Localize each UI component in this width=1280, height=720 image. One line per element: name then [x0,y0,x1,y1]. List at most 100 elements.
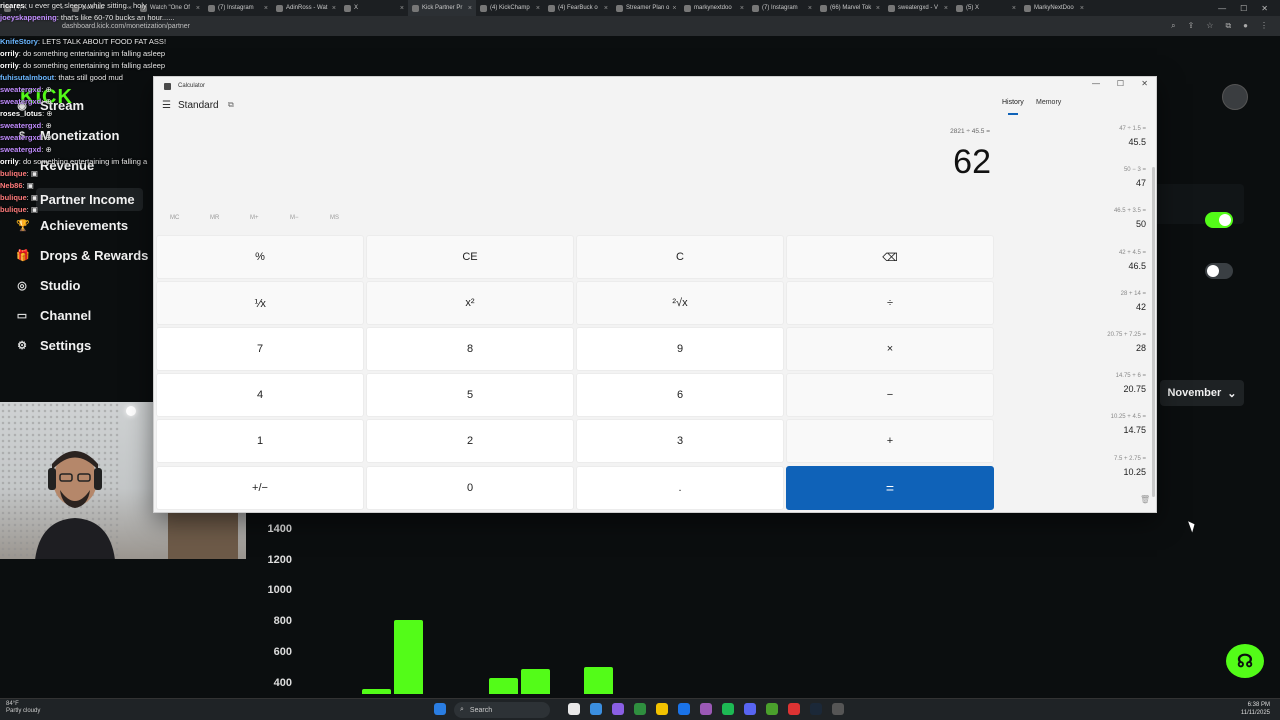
history-expression[interactable]: 46.5 + 3.5 = [1046,208,1146,214]
toggle-on[interactable] [1205,212,1233,228]
spotify-icon[interactable] [722,703,734,715]
windows-start-icon[interactable] [434,703,446,715]
square-button[interactable]: x² [366,281,574,325]
history-result[interactable]: 47 [1046,178,1146,188]
history-expression[interactable]: 14.75 + 6 = [1046,373,1146,379]
close-icon[interactable]: ✕ [1261,4,1268,13]
sidebar-item-settings[interactable]: ⚙ Settings [16,338,91,353]
history-expression[interactable]: 47 ÷ 1.5 = [1046,126,1146,132]
tab-close-icon[interactable]: × [264,5,268,12]
browser-tab[interactable]: AdinRoss - Wat × [272,0,340,16]
tab-close-icon[interactable]: × [468,5,472,12]
help-chat-button[interactable]: ☊ [1226,644,1264,678]
app-icon-2[interactable] [700,703,712,715]
chat-username[interactable]: bulique [0,193,27,202]
history-result[interactable]: 10.25 [1046,467,1146,477]
history-result[interactable]: 46.5 [1046,261,1146,271]
backspace-button[interactable]: ⌫ [786,235,994,279]
close-icon[interactable]: ✕ [1141,79,1148,88]
digit-9-button[interactable]: 9 [576,327,784,371]
chart-bar[interactable] [584,666,613,694]
digit-8-button[interactable]: 8 [366,327,574,371]
browser-tab[interactable]: MarkyNextDoo × [1020,0,1088,16]
tab-close-icon[interactable]: × [944,5,948,12]
subtract-button[interactable]: − [786,373,994,417]
negate-button[interactable]: +/− [156,466,364,510]
chat-username[interactable]: orrily [0,61,19,70]
tab-close-icon[interactable]: × [672,5,676,12]
menu-dots-icon[interactable]: ⋮ [1260,21,1268,31]
history-result[interactable]: 45.5 [1046,137,1146,147]
share-icon[interactable]: ⇪ [1188,21,1195,31]
digit-3-button[interactable]: 3 [576,419,784,463]
app-icon[interactable] [634,703,646,715]
taskbar-search[interactable]: ⌕ Search [454,702,550,718]
browser-tab[interactable]: (66) Marvel Tok × [816,0,884,16]
digit-2-button[interactable]: 2 [366,419,574,463]
tab-close-icon[interactable]: × [536,5,540,12]
history-expression[interactable]: 28 + 14 = [1046,291,1146,297]
browser-tab[interactable]: (4) FearBuck o × [544,0,612,16]
chat-username[interactable]: ricares [0,1,25,10]
tab-close-icon[interactable]: × [876,5,880,12]
chat-username[interactable]: orrily [0,157,19,166]
chart-bar[interactable] [489,677,518,694]
history-result[interactable]: 20.75 [1046,384,1146,394]
menu-icon[interactable]: ☰ [162,100,171,111]
weather-widget[interactable]: 84°F Partly cloudy [6,701,40,715]
chart-bar[interactable] [521,669,550,694]
chat-username[interactable]: KnifeStory [0,37,38,46]
browser-tab[interactable]: sweatergxd - V × [884,0,952,16]
tab-close-icon[interactable]: × [808,5,812,12]
browser-tab[interactable]: Streamer Plan o × [612,0,680,16]
add-button[interactable]: + [786,419,994,463]
chat-username[interactable]: sweatergxd [0,145,41,154]
tab-close-icon[interactable]: × [604,5,608,12]
memory-button-m[interactable]: M+ [250,215,259,221]
keep-on-top-icon[interactable]: ⧉ [228,100,234,110]
chat-username[interactable]: sweatergxd [0,133,41,142]
minimize-icon[interactable]: — [1218,4,1226,13]
chart-bar[interactable] [362,689,391,694]
clear-button[interactable]: C [576,235,784,279]
tab-close-icon[interactable]: × [740,5,744,12]
equals-button[interactable]: = [786,466,994,510]
discord-icon[interactable] [744,703,756,715]
profile-icon[interactable]: ● [1243,21,1248,31]
history-expression[interactable]: 50 − 3 = [1046,167,1146,173]
reciprocal-button[interactable]: ⅟x [156,281,364,325]
zoom-icon[interactable]: ⌕ [1171,21,1175,31]
maximize-icon[interactable]: ☐ [1117,79,1124,88]
tab-close-icon[interactable]: × [1012,5,1016,12]
chat-username[interactable]: roses_lotus [0,109,42,118]
tab-memory[interactable]: Memory [1036,99,1061,106]
browser-tab[interactable]: Kick Partner Pr × [408,0,476,16]
browser-tab[interactable]: markynextdoo × [680,0,748,16]
chat-username[interactable]: fuhisutalmbout [0,73,54,82]
digit-1-button[interactable]: 1 [156,419,364,463]
chart-bar[interactable] [394,619,423,694]
trash-icon[interactable]: 🗑 [1140,495,1150,504]
file-explorer-icon[interactable] [656,703,668,715]
tab-close-icon[interactable]: × [400,5,404,12]
chrome-icon[interactable] [678,703,690,715]
chat-username[interactable]: joeyskappening [0,13,57,22]
digit-4-button[interactable]: 4 [156,373,364,417]
percent-button[interactable]: % [156,235,364,279]
history-scrollbar[interactable] [1152,167,1155,497]
memory-button-m[interactable]: M− [290,215,299,221]
tab-close-icon[interactable]: × [332,5,336,12]
digit-6-button[interactable]: 6 [576,373,784,417]
browser-tab[interactable]: (5) X × [952,0,1020,16]
avatar[interactable] [1222,84,1248,110]
extensions-icon[interactable]: ⧉ [1225,21,1231,31]
history-expression[interactable]: 10.25 + 4.5 = [1046,414,1146,420]
obs-icon[interactable] [788,703,800,715]
digit-7-button[interactable]: 7 [156,327,364,371]
digit-5-button[interactable]: 5 [366,373,574,417]
history-result[interactable]: 42 [1046,302,1146,312]
history-expression[interactable]: 20.75 + 7.25 = [1046,332,1146,338]
history-result[interactable]: 28 [1046,343,1146,353]
task-view-icon[interactable] [568,703,580,715]
minimize-icon[interactable]: — [1092,79,1100,88]
